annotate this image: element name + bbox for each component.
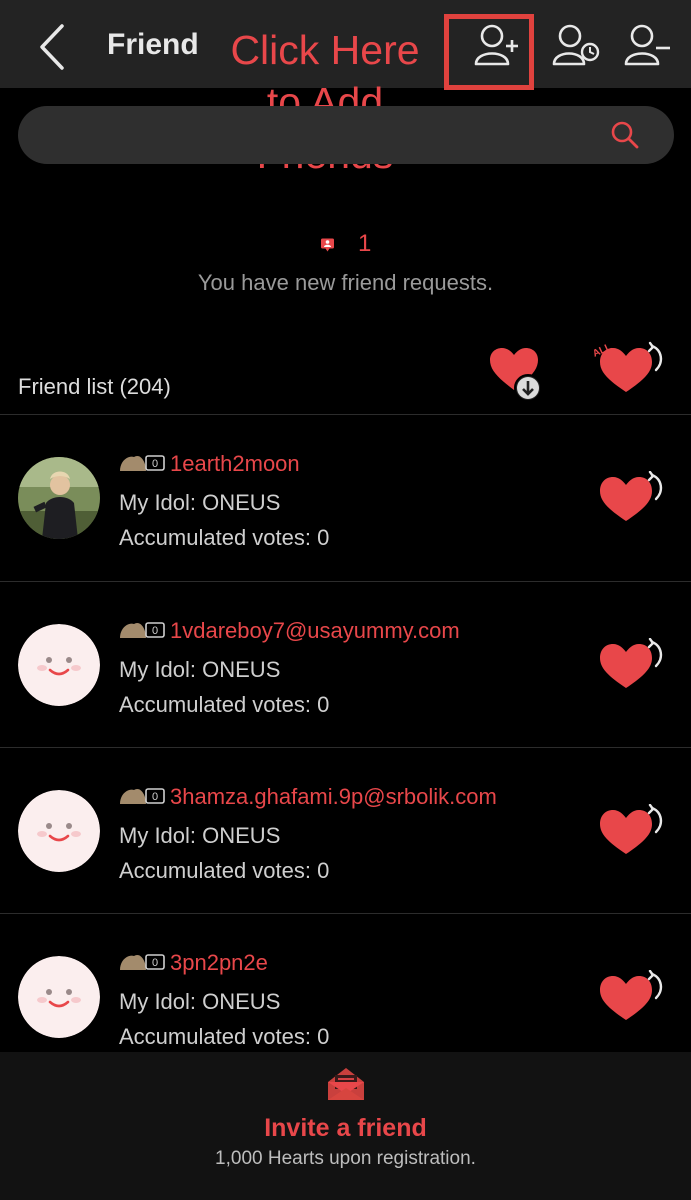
back-arrow-icon[interactable] (28, 20, 76, 74)
send-heart-icon[interactable] (598, 638, 666, 690)
search-bar (18, 106, 674, 164)
friend-list-title: Friend list (204) (18, 374, 171, 399)
send-heart-icon[interactable] (598, 970, 666, 1022)
receive-all-hearts-icon[interactable] (488, 346, 548, 404)
friend-idol: My Idol: ONEUS (119, 657, 281, 682)
friend-row[interactable]: 0 1earth2moon My Idol: ONEUS Accumulated… (0, 415, 691, 581)
friend-idol: My Idol: ONEUS (119, 989, 281, 1014)
rank-badge-count: 0 (152, 458, 158, 470)
friend-votes: Accumulated votes: 0 (119, 858, 330, 883)
avatar[interactable] (18, 457, 100, 539)
avatar[interactable] (18, 624, 100, 706)
rank-badge-count: 0 (152, 957, 158, 969)
friend-votes: Accumulated votes: 0 (119, 692, 330, 717)
avatar[interactable] (18, 956, 100, 1038)
friend-username[interactable]: 3hamza.ghafami.9p@srbolik.com (170, 784, 497, 810)
add-friend-highlight-box (444, 14, 534, 90)
avatar[interactable] (18, 790, 100, 872)
default-face-avatar (18, 790, 100, 872)
friend-row[interactable]: 0 3pn2pn2e My Idol: ONEUS Accumulated vo… (0, 914, 691, 1052)
friend-idol: My Idol: ONEUS (119, 490, 281, 515)
friend-request-icon[interactable] (320, 230, 350, 260)
friend-request-count[interactable]: 1 (358, 230, 371, 258)
default-face-avatar (18, 624, 100, 706)
page-title: Friend (107, 28, 199, 61)
friend-idol: My Idol: ONEUS (119, 823, 281, 848)
friend-request-message[interactable]: You have new friend requests. (0, 270, 691, 296)
remove-friend-icon[interactable] (620, 18, 676, 74)
friend-row[interactable]: 0 1vdareboy7@usayummy.com My Idol: ONEUS… (0, 582, 691, 748)
friend-history-icon[interactable] (548, 18, 604, 74)
friend-username[interactable]: 1vdareboy7@usayummy.com (170, 618, 460, 644)
default-face-avatar (18, 956, 100, 1038)
send-heart-icon[interactable] (598, 471, 666, 523)
friend-username[interactable]: 1earth2moon (170, 451, 300, 477)
rank-badge-icon: 0 (120, 455, 165, 471)
friend-username[interactable]: 3pn2pn2e (170, 950, 268, 976)
rank-badge-icon: 0 (120, 954, 165, 970)
rank-badge-icon: 0 (120, 622, 165, 638)
annotation-line-1: Click Here (230, 27, 420, 73)
avatar-photo (18, 457, 100, 539)
invite-footer[interactable]: Invite a friend 1,000 Hearts upon regist… (0, 1052, 691, 1200)
friend-row[interactable]: 0 3hamza.ghafami.9p@srbolik.com My Idol:… (0, 748, 691, 914)
search-input[interactable] (42, 106, 602, 164)
invite-reward-text: 1,000 Hearts upon registration. (215, 1148, 476, 1169)
rank-badge-count: 0 (152, 625, 158, 637)
friend-votes: Accumulated votes: 0 (119, 525, 330, 550)
send-all-hearts-icon[interactable]: ALL (590, 340, 666, 396)
envelope-icon[interactable] (326, 1066, 366, 1102)
friend-votes: Accumulated votes: 0 (119, 1024, 330, 1049)
rank-badge-icon: 0 (120, 788, 165, 804)
invite-friend-button[interactable]: Invite a friend (0, 1114, 691, 1143)
search-icon[interactable] (610, 120, 640, 150)
send-heart-icon[interactable] (598, 804, 666, 856)
rank-badge-count: 0 (152, 791, 158, 803)
